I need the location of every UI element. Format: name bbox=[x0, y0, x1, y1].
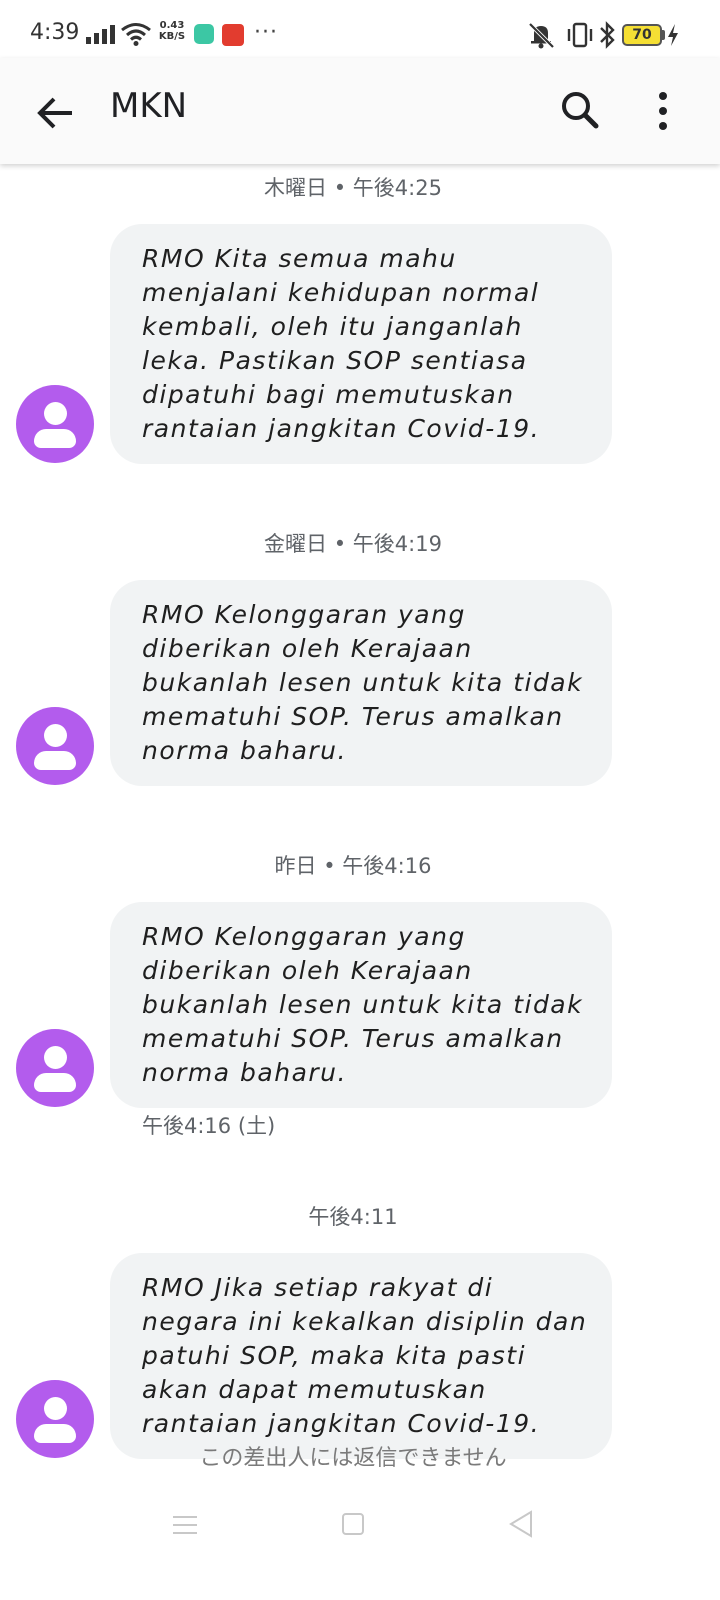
more-options-icon[interactable] bbox=[640, 86, 686, 136]
nav-back-icon[interactable] bbox=[508, 1510, 534, 1538]
recent-apps-icon[interactable] bbox=[172, 1514, 198, 1536]
cell-signal-icon bbox=[86, 25, 115, 44]
message-list[interactable]: 木曜日 • 午後4:25 RMO Kita semua mahu menjala… bbox=[0, 164, 720, 1484]
avatar-person-icon bbox=[44, 724, 67, 747]
cannot-reply-notice: この差出人には返信できません bbox=[199, 1446, 507, 1471]
message-bubble[interactable]: RMO Kelonggaran yang diberikan oleh Kera… bbox=[110, 902, 612, 1108]
shopping-app-notification-icon bbox=[222, 24, 244, 46]
date-separator: 金曜日 • 午後4:19 bbox=[264, 532, 442, 556]
more-notifications-icon: ··· bbox=[254, 20, 278, 45]
date-separator: 木曜日 • 午後4:25 bbox=[264, 176, 442, 200]
network-speed: 0.43 KB/S bbox=[156, 20, 188, 42]
navigation-bar bbox=[0, 1490, 720, 1600]
network-speed-unit: KB/S bbox=[158, 31, 186, 42]
battery-tip bbox=[662, 30, 665, 40]
avatar-person-body bbox=[34, 429, 76, 448]
message-timestamp: 午後4:16 (土) bbox=[142, 1114, 276, 1138]
app-bar: MKN bbox=[0, 58, 720, 164]
message-text: RMO Kelonggaran yang diberikan oleh Kera… bbox=[142, 922, 584, 1087]
mute-bell-icon bbox=[528, 22, 555, 49]
battery-icon: 70 bbox=[622, 24, 662, 46]
message-bubble[interactable]: RMO Jika setiap rakyat di negara ini kek… bbox=[110, 1253, 612, 1459]
network-speed-value: 0.43 bbox=[159, 20, 185, 31]
app-notification-icon bbox=[194, 24, 214, 44]
back-arrow-icon[interactable] bbox=[30, 88, 80, 138]
date-separator: 昨日 • 午後4:16 bbox=[274, 854, 432, 878]
message-bubble[interactable]: RMO Kita semua mahu menjalani kehidupan … bbox=[110, 224, 612, 464]
avatar-person-icon bbox=[44, 1046, 67, 1069]
avatar-person-icon bbox=[44, 1397, 67, 1420]
message-text: RMO Jika setiap rakyat di negara ini kek… bbox=[142, 1273, 588, 1438]
sender-avatar[interactable] bbox=[16, 385, 94, 463]
date-separator: 午後4:11 bbox=[308, 1205, 398, 1229]
conversation-title: MKN bbox=[110, 86, 188, 126]
avatar-person-body bbox=[34, 1073, 76, 1092]
vibrate-icon bbox=[567, 22, 593, 48]
home-button-icon[interactable] bbox=[342, 1513, 364, 1535]
sender-avatar[interactable] bbox=[16, 707, 94, 785]
message-bubble[interactable]: RMO Kelonggaran yang diberikan oleh Kera… bbox=[110, 580, 612, 786]
avatar-person-body bbox=[34, 751, 76, 770]
status-time: 4:39 bbox=[30, 20, 80, 45]
avatar-person-icon bbox=[44, 402, 67, 425]
message-text: RMO Kita semua mahu menjalani kehidupan … bbox=[142, 244, 541, 443]
charging-icon bbox=[668, 24, 678, 46]
message-text: RMO Kelonggaran yang diberikan oleh Kera… bbox=[142, 600, 584, 765]
sender-avatar[interactable] bbox=[16, 1029, 94, 1107]
wifi-icon bbox=[121, 23, 151, 46]
bluetooth-icon bbox=[600, 21, 615, 49]
search-icon[interactable] bbox=[556, 86, 606, 136]
